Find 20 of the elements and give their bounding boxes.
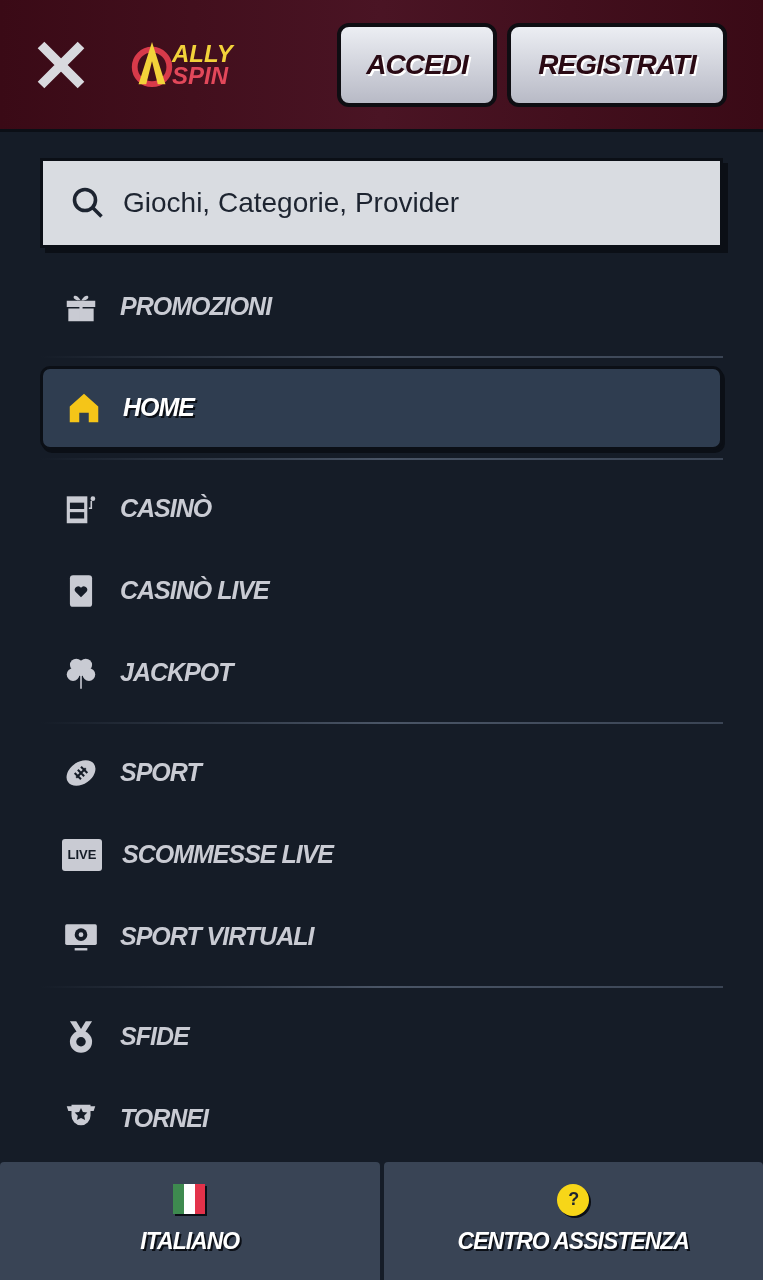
logo[interactable]: ALLY SPIN [128, 39, 233, 90]
help-icon: ? [557, 1183, 590, 1216]
menu-item[interactable]: PROMOZIONI [40, 266, 723, 348]
italian-flag-icon [172, 1183, 207, 1216]
menu-item[interactable]: SPORT [40, 732, 723, 814]
menu-item[interactable]: CASINÒ [40, 468, 723, 550]
menu-item[interactable]: HOME [40, 366, 723, 450]
login-button[interactable]: ACCEDI [337, 22, 497, 107]
language-button[interactable]: ITALIANO [0, 1162, 380, 1280]
menu-item[interactable]: SPORT VIRTUALI [40, 896, 723, 978]
menu-item[interactable]: JACKPOT [40, 632, 723, 714]
menu-item[interactable]: LIVE SCOMMESSE LIVE [40, 814, 723, 896]
help-center-button[interactable]: ? CENTRO ASSISTENZA [383, 1162, 763, 1280]
search-field[interactable]: Giochi, Categorie, Provider [40, 158, 723, 248]
close-icon[interactable] [36, 39, 86, 90]
menu-item[interactable]: SFIDE [40, 996, 723, 1078]
menu-item[interactable]: TORNEI [40, 1078, 723, 1160]
menu-item[interactable]: CASINÒ LIVE [40, 550, 723, 632]
live-chat-icon: LIVE [62, 839, 102, 871]
register-button[interactable]: REGISTRATI [507, 22, 727, 107]
